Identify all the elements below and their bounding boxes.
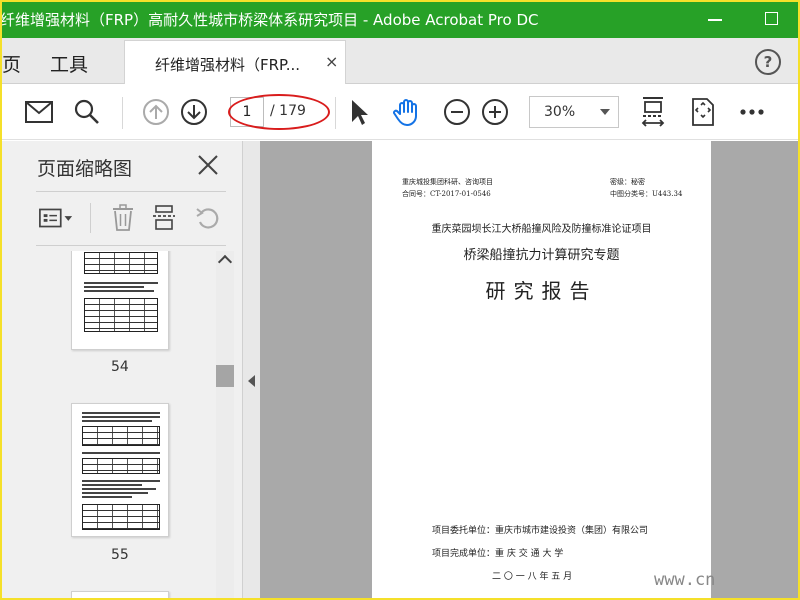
scroll-up-icon[interactable]: [217, 254, 233, 270]
toolbar: 1 / 179 30%: [0, 85, 800, 140]
maximize-button[interactable]: [758, 4, 786, 32]
minimize-button[interactable]: [702, 4, 730, 32]
thumbnail-label: 55: [111, 547, 129, 563]
annotation-ellipse: [228, 94, 330, 130]
full-screen-icon[interactable]: [686, 95, 720, 129]
close-panel-icon[interactable]: [196, 153, 220, 177]
thumbnail-list: 54 55: [16, 251, 216, 600]
hand-tool-icon[interactable]: [390, 95, 424, 129]
title-bar: 纤维增强材料（FRP）高耐久性城市桥梁体系研究项目 - Adobe Acroba…: [0, 0, 800, 38]
help-icon[interactable]: ?: [755, 49, 781, 75]
tab-bar: 页 工具 纤维增强材料（FRP... × ?: [0, 38, 800, 84]
panel-splitter[interactable]: [242, 141, 260, 600]
project-title: 重庆菜园坝长江大桥船撞风险及防撞标准论证项目: [431, 224, 652, 235]
thumbnail-scrollbar[interactable]: [216, 251, 234, 600]
report-subtitle: 桥梁船撞抗力计算研究专题: [463, 248, 620, 263]
document-page: 重庆城投集团科研、咨询项目 合同号：CT-2017-01-0546 密级：秘密 …: [372, 141, 711, 600]
contract-line: 合同号：CT-2017-01-0546: [402, 190, 491, 198]
home-tab[interactable]: 页: [2, 50, 21, 77]
panel-title: 页面缩略图: [37, 158, 133, 180]
collapse-panel-icon[interactable]: [248, 375, 255, 387]
rotate-page-icon[interactable]: [190, 201, 226, 235]
class-line: 中图分类号：U443.34: [610, 190, 683, 198]
page-thumbnail[interactable]: [71, 591, 169, 600]
document-tab-label: 纤维增强材料（FRP...: [155, 56, 301, 74]
tools-tab[interactable]: 工具: [50, 50, 88, 77]
more-options-icon[interactable]: [735, 95, 769, 129]
fit-page-icon[interactable]: [636, 95, 670, 129]
page-thumbnail[interactable]: [71, 251, 169, 350]
completion-line: 项目完成单位：重 庆 交 通 大 学: [432, 549, 564, 559]
document-view[interactable]: 重庆城投集团科研、咨询项目 合同号：CT-2017-01-0546 密级：秘密 …: [260, 141, 800, 600]
close-tab-icon[interactable]: ×: [325, 52, 338, 71]
previous-page-icon[interactable]: [139, 95, 173, 129]
org-line: 重庆城投集团科研、咨询项目: [402, 178, 493, 186]
zoom-out-icon[interactable]: [440, 95, 474, 129]
chevron-down-icon: [600, 109, 610, 115]
window-title: 纤维增强材料（FRP）高耐久性城市桥梁体系研究项目 - Adobe Acroba…: [0, 11, 539, 29]
thumbnail-label: 54: [111, 359, 129, 375]
search-icon[interactable]: [70, 95, 104, 129]
thumbnail-options-icon[interactable]: [38, 201, 74, 235]
document-tab[interactable]: 纤维增强材料（FRP... ×: [124, 40, 346, 84]
scroll-thumb[interactable]: [216, 365, 234, 387]
report-title: 研究报告: [485, 279, 598, 303]
select-cursor-icon[interactable]: [342, 95, 376, 129]
email-icon[interactable]: [22, 95, 56, 129]
page-thumbnail[interactable]: [71, 403, 169, 537]
next-page-icon[interactable]: [177, 95, 211, 129]
secret-line: 密级：秘密: [610, 178, 645, 186]
commission-line: 项目委托单位：重庆市城市建设投资（集团）有限公司: [432, 526, 649, 536]
zoom-in-icon[interactable]: [478, 95, 512, 129]
zoom-level-value: 30%: [544, 104, 576, 120]
extract-pages-icon[interactable]: [146, 201, 182, 235]
date-line: 二 〇 一 八 年 五 月: [492, 572, 573, 582]
zoom-level-select[interactable]: 30%: [529, 96, 619, 128]
watermark: www.cn: [654, 570, 716, 590]
delete-page-icon[interactable]: [105, 201, 141, 235]
